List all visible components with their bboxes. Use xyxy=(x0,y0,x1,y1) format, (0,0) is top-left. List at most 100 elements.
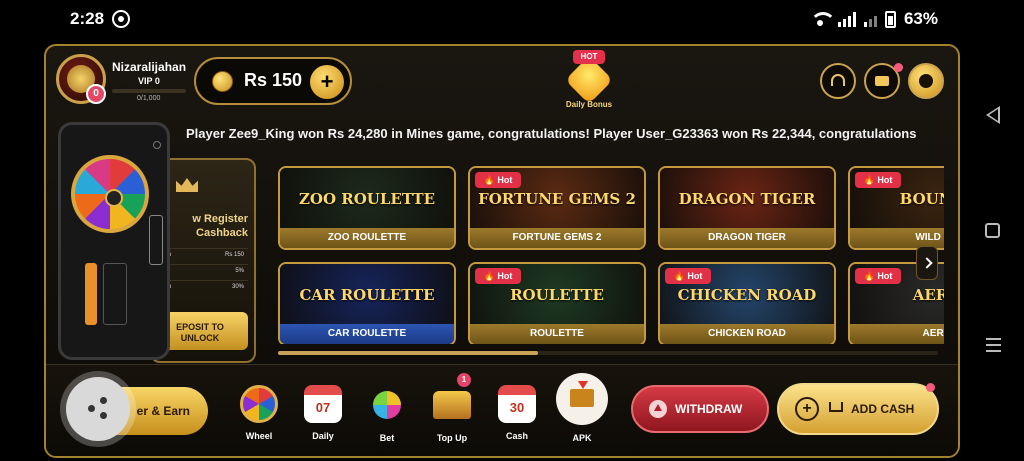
hot-badge: 🔥 Hot xyxy=(665,268,711,284)
tile-logo: CHICKEN ROAD xyxy=(677,286,817,304)
vip-progress-bar xyxy=(112,89,186,93)
daily-label: Daily xyxy=(312,431,334,441)
lucky-wheel-icon xyxy=(71,155,149,233)
arrow-up-icon xyxy=(649,400,667,418)
tile-logo: ZOO ROULETTE xyxy=(298,190,436,208)
coin-icon xyxy=(212,71,233,92)
daily-button[interactable]: 07 Daily xyxy=(298,385,348,449)
hot-badge: 🔥 Hot xyxy=(475,268,521,284)
mail-icon xyxy=(875,76,889,86)
chevron-right-icon[interactable] xyxy=(916,246,938,280)
topup-button[interactable]: 1 Top Up xyxy=(427,373,477,449)
gear-icon xyxy=(919,74,933,88)
box-icon xyxy=(570,389,594,407)
cart-icon xyxy=(829,402,843,412)
treasure-chest-icon xyxy=(433,391,471,419)
calendar-icon: 30 xyxy=(498,385,536,423)
unread-dot xyxy=(894,63,903,72)
tile-logo: BOUNTY xyxy=(899,190,944,208)
tile-label: WILD BO xyxy=(850,228,944,248)
hot-badge: 🔥 Hot xyxy=(475,172,521,188)
wheel-button[interactable]: Wheel xyxy=(234,385,284,449)
wheel-icon xyxy=(240,385,278,423)
tile-label: AERO xyxy=(850,324,944,344)
home-icon[interactable] xyxy=(985,223,1000,238)
apk-download-button[interactable] xyxy=(556,373,608,425)
add-funds-button[interactable]: + xyxy=(310,65,344,99)
support-button[interactable] xyxy=(820,63,856,99)
orange-tab xyxy=(85,263,97,325)
game-tile-roulette[interactable]: ROULETTE 🔥 Hot ROULETTE xyxy=(468,262,646,344)
crown-icon xyxy=(176,178,198,192)
mail-button[interactable] xyxy=(864,63,903,99)
cash-label: Cash xyxy=(505,431,528,441)
hot-text: Hot xyxy=(877,271,893,281)
withdraw-label: WITHDRAW xyxy=(675,402,743,416)
withdraw-button[interactable]: WITHDRAW xyxy=(631,385,769,433)
tile-label: CHICKEN ROAD xyxy=(660,324,834,344)
panel-row-value: 30% xyxy=(231,284,244,290)
panel-title-line1: w Register xyxy=(192,213,248,225)
username: Nizaralijahan xyxy=(112,60,187,74)
game-tile-car-roulette[interactable]: CAR ROULETTE CAR ROULETTE xyxy=(278,262,456,344)
vip-level: VIP 0 xyxy=(138,76,160,86)
recents-icon[interactable] xyxy=(986,338,1001,356)
balance-amount: Rs 150 xyxy=(244,70,303,90)
game-tile-chicken-road[interactable]: CHICKEN ROAD 🔥 Hot CHICKEN ROAD xyxy=(658,262,836,344)
headset-icon xyxy=(831,74,845,86)
settings-button[interactable] xyxy=(908,63,944,99)
share-button[interactable] xyxy=(66,377,130,441)
tile-label: DRAGON TIGER xyxy=(660,228,834,248)
topup-label: Top Up xyxy=(436,433,468,443)
bet-button[interactable]: Bet xyxy=(362,385,412,449)
back-icon[interactable] xyxy=(986,106,1000,124)
hot-text: Hot xyxy=(497,175,513,185)
tile-logo: FORTUNE GEMS 2 xyxy=(478,190,636,208)
grid-panel xyxy=(103,263,127,325)
wheel-hub xyxy=(105,189,123,207)
game-scrollbar[interactable] xyxy=(278,351,938,355)
panel-title-line2: Cashback xyxy=(196,227,248,239)
system-nav-bar xyxy=(962,40,1024,461)
topup-badge: 1 xyxy=(457,373,471,387)
add-cash-button[interactable]: + ADD CASH xyxy=(777,383,939,435)
status-time: 2:28 xyxy=(70,9,105,28)
tile-label: ROULETTE xyxy=(470,324,644,344)
game-tile-wild-bounty[interactable]: BOUNTY 🔥 Hot WILD BO xyxy=(848,166,944,250)
top-bar: 0 Nizaralijahan VIP 0 0/1,000 Rs 150 + H… xyxy=(46,46,958,118)
panel-row-value: Rs 150 xyxy=(224,252,244,258)
signal-icon-2 xyxy=(863,11,877,27)
bet-label: Bet xyxy=(379,433,395,443)
game-grid: ZOO ROULETTE ZOO ROULETTE FORTUNE GEMS 2… xyxy=(276,164,944,344)
signal-icon xyxy=(837,11,856,27)
unread-dot xyxy=(926,383,935,392)
hot-text: Hot xyxy=(497,271,513,281)
calendar-icon: 07 xyxy=(304,385,342,423)
lucky-wheel-preview[interactable] xyxy=(58,122,170,360)
hot-text: Hot xyxy=(687,271,703,281)
daily-bonus-button[interactable]: HOT Daily Bonus xyxy=(559,50,619,114)
bet-icon xyxy=(373,391,401,419)
daily-bonus-label: Daily Bonus xyxy=(565,100,613,109)
download-arrow-icon xyxy=(578,381,588,389)
game-tile-fortune-gems-2[interactable]: FORTUNE GEMS 2 🔥 Hot FORTUNE GEMS 2 xyxy=(468,166,646,250)
game-tile-dragon-tiger[interactable]: DRAGON TIGER DRAGON TIGER xyxy=(658,166,836,250)
deposit-label-2: UNLOCK xyxy=(180,333,220,343)
game-tile-zoo-roulette[interactable]: ZOO ROULETTE ZOO ROULETTE xyxy=(278,166,456,250)
battery-icon xyxy=(884,10,896,28)
deposit-label-1: EPOSIT TO xyxy=(176,322,224,332)
cash-button[interactable]: 30 Cash xyxy=(492,385,542,449)
scroll-thumb[interactable] xyxy=(278,351,538,355)
winners-ticker: Player Zee9_King won Rs 24,280 in Mines … xyxy=(186,126,917,141)
tile-logo: CAR ROULETTE xyxy=(299,286,435,304)
tile-logo: AERO xyxy=(912,286,944,304)
plus-icon: + xyxy=(795,397,819,421)
wheel-label: Wheel xyxy=(245,431,273,441)
share-icon xyxy=(88,397,108,419)
wallet-balance: Rs 150 + xyxy=(194,57,352,105)
panel-row-value: 5% xyxy=(235,268,244,274)
vip-progress-text: 0/1,000 xyxy=(137,95,161,102)
status-indicators: 63% xyxy=(809,9,938,29)
tile-logo: ROULETTE xyxy=(510,286,604,304)
hot-badge: 🔥 Hot xyxy=(855,268,901,284)
